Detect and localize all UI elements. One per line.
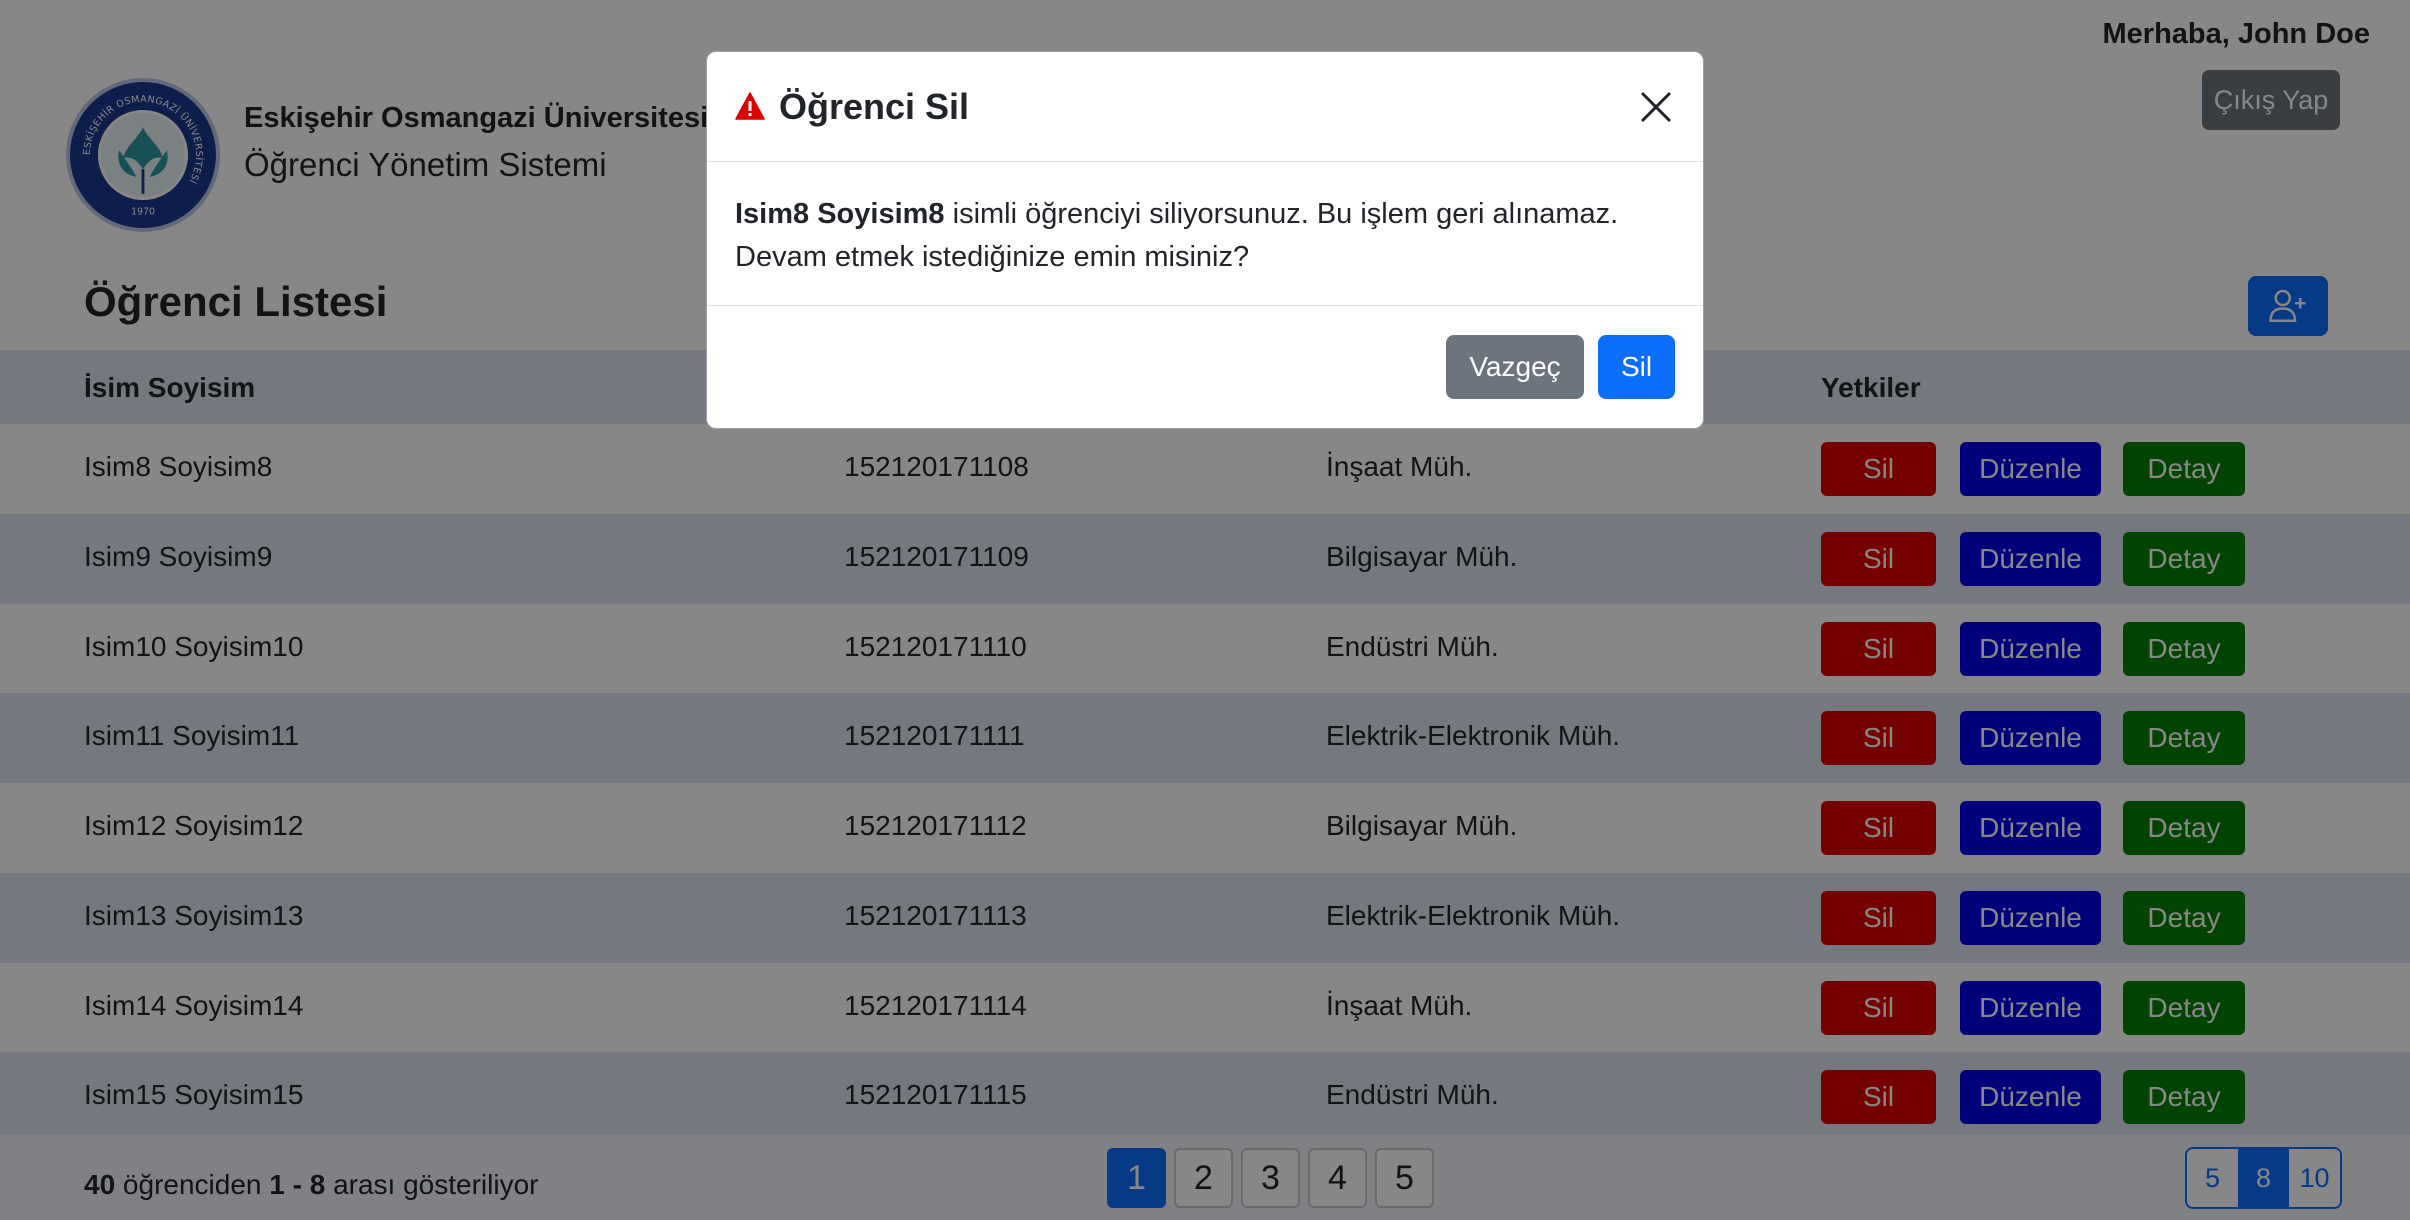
cancel-button[interactable]: Vazgeç [1446,335,1584,399]
confirm-delete-button[interactable]: Sil [1598,335,1675,399]
dialog-message-line1: Isim8 Soyisim8 isimli öğrenciyi siliyors… [735,193,1675,236]
dialog-message-line2: Devam etmek istediğinize emin misiniz? [735,241,1250,273]
dialog-message-text: isimli öğrenciyi siliyorsunuz. Bu işlem … [944,198,1619,230]
dialog-title: Öğrenci Sil [779,86,970,127]
dialog-footer: Vazgeç Sil [707,306,1703,428]
close-icon [1640,91,1672,123]
close-dialog-button[interactable] [1637,88,1675,126]
dialog-header: Öğrenci Sil [707,52,1703,162]
delete-student-dialog: Öğrenci Sil Isim8 Soyisim8 isimli öğrenc… [706,51,1704,429]
dialog-student-name: Isim8 Soyisim8 [735,198,945,230]
dialog-body: Isim8 Soyisim8 isimli öğrenciyi siliyors… [707,162,1703,306]
warning-triangle-icon [735,92,765,120]
